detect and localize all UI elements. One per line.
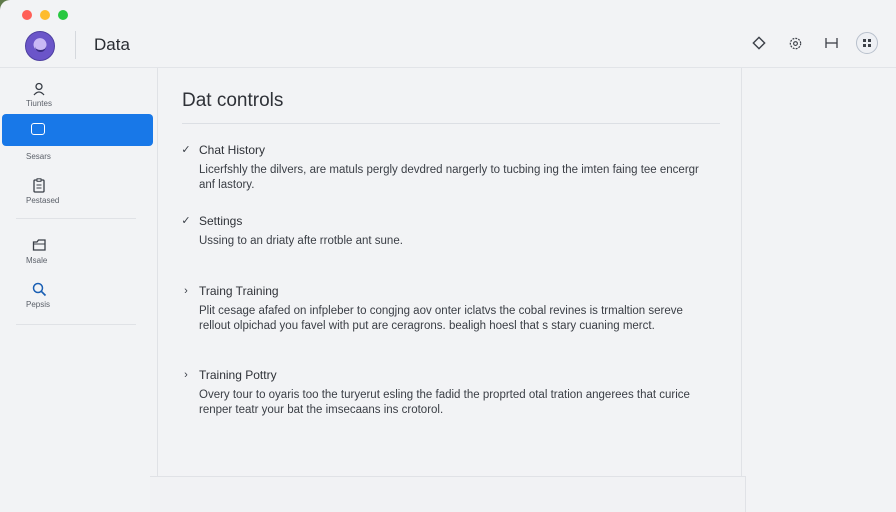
user-icon — [30, 80, 48, 98]
close-window-button[interactable] — [22, 10, 32, 20]
data-controls-panel: Dat controls ✓ Chat History Licerfshly t… — [158, 68, 742, 478]
window-icon — [31, 123, 45, 135]
sidebar-item-label: Pestased — [26, 196, 60, 205]
check-icon[interactable]: ✓ — [180, 215, 192, 227]
expand-icon[interactable] — [820, 32, 842, 54]
sidebar-item-pepsis[interactable]: Pepsis — [2, 280, 153, 312]
sidebar-item-label: Pepsis — [26, 300, 51, 309]
sidebar: Tiuntes Sesars Pestased Msale Pepsis — [0, 68, 158, 512]
chevron-right-icon[interactable]: › — [180, 285, 192, 297]
chevron-right-icon[interactable]: › — [180, 369, 192, 381]
sidebar-item-label: Msale — [26, 256, 48, 265]
setting-name: Settings — [199, 214, 243, 228]
setting-description: Ussing to an driaty afte rrotble ant sun… — [199, 235, 403, 247]
right-pane — [742, 68, 896, 512]
header-toolbar — [748, 32, 878, 54]
folder-icon — [30, 236, 48, 254]
setting-name: Traing Training — [199, 284, 279, 298]
avatar[interactable] — [25, 31, 55, 61]
search-icon — [30, 280, 48, 298]
zoom-window-button[interactable] — [58, 10, 68, 20]
setting-description: Plit cesage afafed on infpleber to congj… — [199, 305, 683, 332]
window-controls — [22, 10, 68, 20]
sidebar-item-pestased[interactable]: Pestased — [2, 176, 153, 208]
check-icon[interactable]: ✓ — [180, 144, 192, 156]
sidebar-item-tiuntes[interactable]: Tiuntes — [2, 78, 153, 110]
setting-description: Overy tour to oyaris too the turyerut es… — [199, 389, 690, 416]
minimize-window-button[interactable] — [40, 10, 50, 20]
header-divider — [75, 31, 76, 59]
diamond-icon[interactable] — [748, 32, 770, 54]
sidebar-item-label: Tiuntes — [26, 99, 52, 108]
sidebar-divider — [16, 218, 136, 219]
header-bar: Data — [0, 22, 896, 68]
page-title: Data — [94, 35, 130, 54]
sidebar-item-active[interactable] — [2, 114, 153, 146]
gear-icon[interactable] — [784, 32, 806, 54]
clipboard-icon — [30, 176, 48, 194]
setting-name: Chat History — [199, 143, 266, 157]
sidebar-item-label: Sesars — [26, 152, 51, 161]
grid-icon[interactable] — [856, 32, 878, 54]
sidebar-item-msale[interactable]: Msale — [2, 236, 153, 268]
setting-name: Training Pottry — [199, 368, 277, 382]
title-divider — [182, 123, 720, 124]
setting-description: Licerfshly the dilvers, are matuls pergl… — [199, 164, 699, 191]
section-title: Dat controls — [182, 90, 284, 111]
sidebar-item-sesars[interactable]: Sesars — [2, 148, 153, 164]
app-window: Data Tiuntes Sesars Pestased Msale Pepsi… — [0, 0, 896, 512]
footer-bar — [150, 476, 746, 512]
sidebar-divider — [16, 324, 136, 325]
